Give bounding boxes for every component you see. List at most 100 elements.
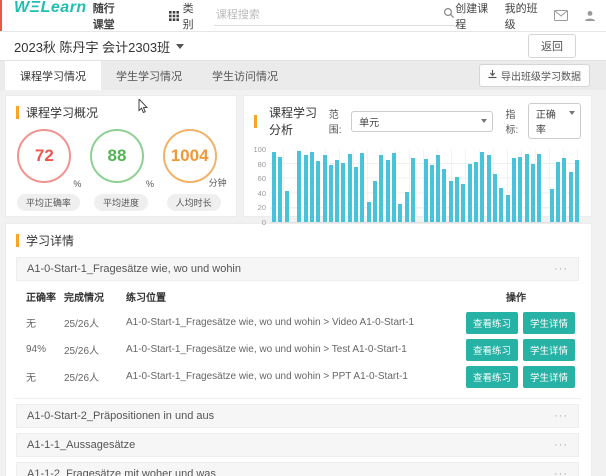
message-icon[interactable] [554, 10, 568, 21]
student-detail-button[interactable]: 学生详情 [523, 312, 575, 334]
export-data-button[interactable]: 导出班级学习数据 [479, 64, 590, 87]
user-icon[interactable] [584, 10, 596, 22]
chart-bars [270, 149, 581, 222]
unit-item-collapsed[interactable]: A1-0-Start-2_Präpositionen in und aus ··… [16, 404, 579, 428]
view-exercise-button[interactable]: 查看练习 [466, 366, 518, 388]
chart-bar [430, 165, 434, 222]
row-location: A1-0-Start-1_Fragesätze wie, wo und wohi… [126, 371, 457, 382]
range-select[interactable]: 单元 [351, 111, 492, 132]
student-detail-button[interactable]: 学生详情 [523, 366, 575, 388]
metric-accuracy: 72 % 平均正确率 [13, 129, 83, 211]
tab-course-learning[interactable]: 课程学习情况 [5, 61, 101, 90]
chart-bar [316, 161, 320, 222]
y-tick-label: 0 [262, 218, 266, 227]
chart-bar [531, 164, 535, 222]
student-detail-button[interactable]: 学生详情 [523, 339, 575, 361]
tab-student-visits[interactable]: 学生访问情况 [197, 61, 293, 90]
chart-bar [562, 158, 566, 222]
app-logo[interactable]: WΞLearn 随行课堂 [14, 0, 121, 32]
metric-duration: 1004 分钟 人均时长 [159, 129, 229, 211]
detail-title: 学习详情 [26, 232, 74, 249]
search-icon[interactable] [443, 6, 455, 24]
search-input[interactable] [214, 5, 443, 25]
metric-duration-label: 人均时长 [167, 194, 221, 211]
unit-item-label: A1-1-1_Aussagesätze [27, 439, 135, 451]
chart-bar [512, 158, 516, 222]
chart-bar [398, 204, 402, 222]
row-location: A1-0-Start-1_Fragesätze wie, wo und wohi… [126, 317, 457, 328]
metric-label: 指标: [506, 106, 523, 136]
chart-bar [506, 195, 510, 222]
chart-bar [392, 153, 396, 222]
chart-bar [480, 152, 484, 222]
chart-bar [474, 162, 478, 222]
metric-select[interactable]: 正确率 [528, 103, 581, 139]
y-tick-label: 40 [258, 189, 266, 198]
divider [14, 398, 581, 399]
class-header: 2023秋 陈丹宇 会计2303班 返回 [0, 32, 606, 60]
chart-bar [468, 164, 472, 222]
unit-item-expanded[interactable]: A1-0-Start-1_Fragesätze wie, wo und wohi… [16, 257, 579, 281]
chart-bar [405, 192, 409, 222]
chart-bar [499, 188, 503, 222]
overview-metrics: 72 % 平均正确率 88 % 平均进度 1004 [6, 125, 236, 211]
unit-item-collapsed[interactable]: A1-1-1_Aussagesätze ··· [16, 433, 579, 457]
category-label: 类别 [183, 0, 200, 32]
chevron-down-icon[interactable] [176, 44, 184, 49]
chart-bar [329, 165, 333, 222]
chart-bar [550, 189, 554, 222]
row-accuracy: 94% [20, 344, 64, 355]
metric-duration-value: 1004 [171, 146, 209, 166]
metric-progress: 88 % 平均进度 [86, 129, 156, 211]
chart-bar [323, 155, 327, 222]
metric-accuracy-unit: % [73, 179, 81, 189]
chart-bar [304, 155, 308, 222]
chart-bar [556, 162, 560, 222]
course-search [214, 5, 455, 26]
metric-progress-label: 平均进度 [94, 194, 148, 211]
y-tick-label: 100 [253, 145, 266, 154]
col-location-header: 练习位置 [126, 289, 457, 304]
back-button[interactable]: 返回 [528, 34, 576, 58]
chart-bar [518, 157, 522, 222]
y-tick-label: 20 [258, 203, 266, 212]
metric-duration-unit: 分钟 [209, 176, 227, 189]
chart-bar [436, 155, 440, 222]
top-navbar: WΞLearn 随行课堂 类别 创建课程 我的班级 [0, 0, 606, 32]
tab-student-learning[interactable]: 学生学习情况 [101, 61, 197, 90]
row-location: A1-0-Start-1_Fragesätze wie, wo und wohi… [126, 344, 457, 355]
logo-suffix: 随行课堂 [93, 0, 121, 32]
chart-bar [310, 152, 314, 222]
exercise-table: 正确率 完成情况 练习位置 操作 无 25/26人 A1-0-Start-1_F… [16, 281, 579, 398]
y-tick-label: 80 [258, 160, 266, 169]
more-options-icon[interactable]: ··· [554, 439, 568, 451]
row-accuracy: 无 [20, 315, 64, 330]
grid-icon [169, 11, 179, 21]
class-title: 2023秋 陈丹宇 会计2303班 [14, 37, 170, 56]
overview-row: 课程学习概况 72 % 平均正确率 88 % 平均进度 [5, 95, 592, 217]
chart-bar [442, 169, 446, 222]
col-accuracy-header: 正确率 [20, 289, 64, 304]
view-exercise-button[interactable]: 查看练习 [466, 312, 518, 334]
learning-detail-card: 学习详情 A1-0-Start-1_Fragesätze wie, wo und… [5, 223, 592, 476]
chart-bar [569, 172, 573, 222]
more-options-icon[interactable]: ··· [554, 468, 568, 476]
unit-item-label: A1-0-Start-2_Präpositionen in und aus [27, 410, 214, 422]
unit-item-collapsed[interactable]: A1-1-2_Fragesätze mit woher und was ··· [16, 462, 579, 476]
chart-bar [455, 177, 459, 222]
analysis-bar-chart: 100806040200 [244, 141, 591, 235]
row-completion: 25/26人 [64, 342, 126, 357]
category-menu[interactable]: 类别 [169, 0, 200, 32]
chart-bar [461, 184, 465, 222]
view-exercise-button[interactable]: 查看练习 [466, 339, 518, 361]
create-course-link[interactable]: 创建课程 [455, 0, 488, 32]
table-row: 无 25/26人 A1-0-Start-1_Fragesätze wie, wo… [20, 309, 575, 336]
metric-accuracy-label: 平均正确率 [17, 194, 80, 211]
chart-bar [297, 151, 301, 222]
table-header-row: 正确率 完成情况 练习位置 操作 [20, 283, 575, 309]
course-overview-card: 课程学习概况 72 % 平均正确率 88 % 平均进度 [5, 95, 237, 217]
more-options-icon[interactable]: ··· [554, 410, 568, 422]
more-options-icon[interactable]: ··· [554, 263, 568, 275]
metric-progress-unit: % [146, 179, 154, 189]
my-classes-link[interactable]: 我的班级 [505, 0, 538, 32]
